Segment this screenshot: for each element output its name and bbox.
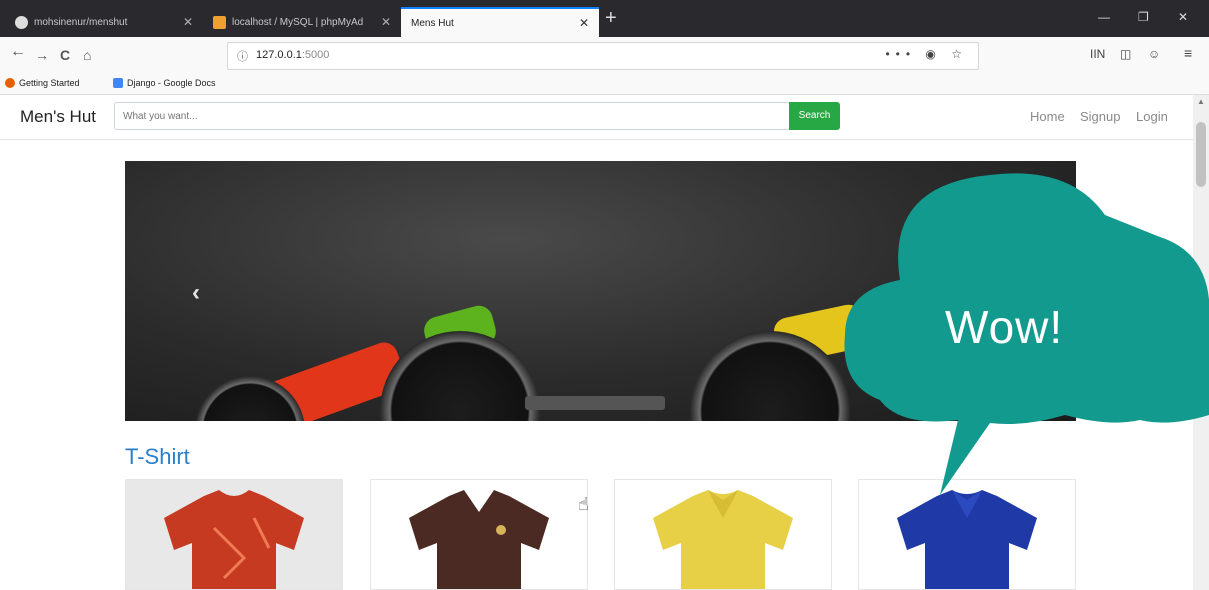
docs-icon	[113, 78, 123, 88]
section-title: T-Shirt	[125, 444, 190, 469]
hand-cursor-icon: ☝	[578, 494, 589, 514]
red-tshirt-image	[164, 490, 304, 589]
tab-label: localhost / MySQL | phpMyAd	[232, 16, 364, 28]
search-input[interactable]	[114, 102, 790, 130]
close-icon[interactable]: ✕	[183, 15, 193, 29]
account-icon[interactable]: ☺	[1148, 47, 1160, 61]
url-text: 127.0.0.1:5000	[256, 49, 330, 61]
product-card[interactable]	[614, 479, 832, 590]
url-bar[interactable]: ⓘ 127.0.0.1:5000 ••• ◉ ☆	[227, 42, 979, 70]
phpmyadmin-icon	[213, 15, 226, 29]
tab-phpmyadmin[interactable]: localhost / MySQL | phpMyAd ✕	[203, 7, 401, 37]
nav-signup-link[interactable]: Signup	[1080, 109, 1120, 124]
bookmark-getting-started[interactable]: Getting Started	[5, 78, 80, 88]
tab-label: mohsinenur/menshut	[34, 16, 128, 28]
library-icon[interactable]: IIN	[1090, 47, 1105, 61]
info-icon[interactable]: ⓘ	[237, 48, 248, 64]
sidebar-icon[interactable]: ◫	[1120, 47, 1131, 61]
bookmark-django-docs[interactable]: Django - Google Docs	[113, 78, 216, 88]
hamburger-menu-icon[interactable]: ≡	[1184, 45, 1192, 61]
nav-home-link[interactable]: Home	[1030, 109, 1065, 124]
github-icon	[15, 15, 28, 29]
firefox-icon	[5, 78, 15, 88]
site-navbar: Men's Hut Search Home Signup Login	[0, 95, 1193, 140]
product-card[interactable]	[125, 479, 343, 590]
search-button[interactable]: Search	[789, 102, 840, 130]
back-button[interactable]: ←	[10, 43, 26, 61]
product-card[interactable]	[370, 479, 588, 590]
tab-mens-hut[interactable]: Mens Hut ✕	[401, 7, 599, 37]
forward-button[interactable]: →	[35, 46, 49, 64]
nav-login-link[interactable]: Login	[1136, 109, 1168, 124]
new-tab-button[interactable]: +	[605, 8, 617, 28]
tab-label: Mens Hut	[411, 17, 454, 29]
close-icon[interactable]: ✕	[381, 15, 391, 29]
brand-logo[interactable]: Men's Hut	[20, 107, 96, 127]
close-icon[interactable]: ✕	[579, 16, 589, 30]
browser-tab-bar: mohsinenur/menshut ✕ localhost / MySQL |…	[0, 0, 1209, 37]
bubble-text: Wow!	[945, 301, 1064, 353]
tab-github[interactable]: mohsinenur/menshut ✕	[5, 7, 203, 37]
reload-button[interactable]: C	[60, 46, 70, 64]
minimize-icon[interactable]: —	[1098, 10, 1110, 24]
home-button[interactable]: ⌂	[83, 46, 91, 64]
scroll-up-icon[interactable]: ▲	[1197, 97, 1205, 106]
carousel-prev-icon[interactable]: ‹	[192, 279, 200, 307]
brown-tshirt-image	[409, 490, 549, 589]
watch-image	[380, 331, 540, 421]
yellow-polo-image	[653, 490, 793, 589]
page-actions[interactable]: ••• ◉ ☆	[885, 47, 968, 61]
bookmarks-bar: Getting Started Django - Google Docs	[0, 75, 1209, 95]
restore-icon[interactable]: ❐	[1138, 10, 1149, 24]
close-window-icon[interactable]: ✕	[1178, 10, 1188, 24]
watch-bracelet	[525, 396, 665, 410]
